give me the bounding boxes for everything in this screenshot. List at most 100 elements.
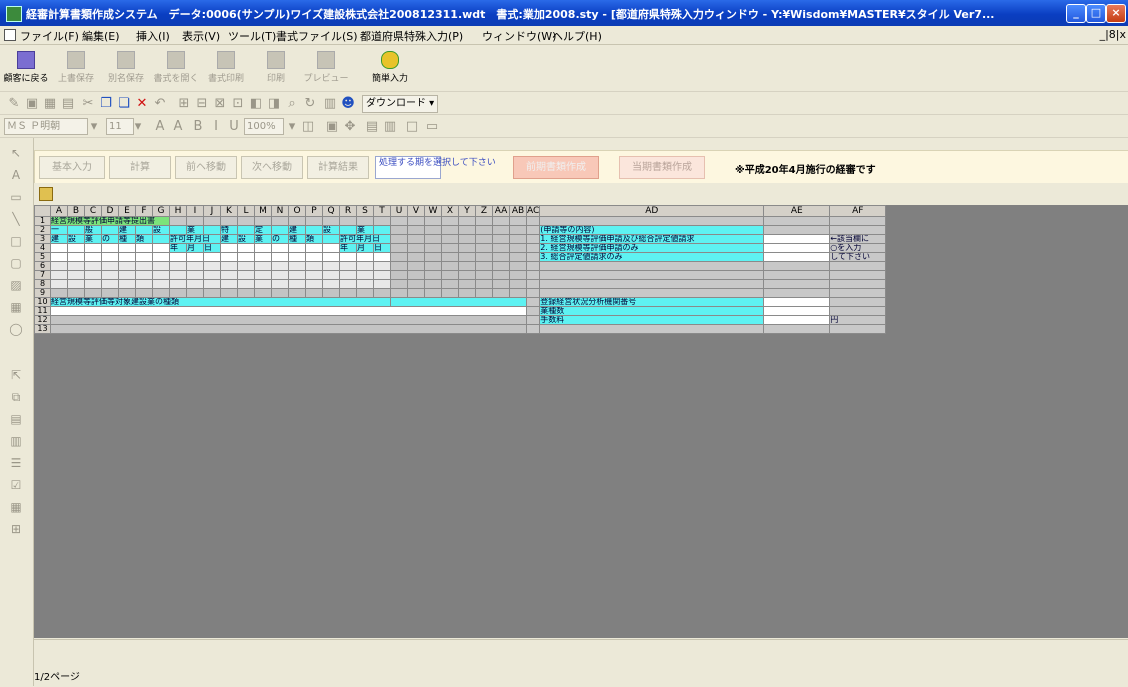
select-tool-icon[interactable]: ↖ xyxy=(9,146,23,160)
calc-result-button[interactable]: 計算結果 xyxy=(307,156,369,179)
copy-tool-icon[interactable]: ⧉ xyxy=(9,390,23,404)
menu-edit[interactable]: 編集(E) xyxy=(82,28,120,44)
cell[interactable]: 類 xyxy=(305,234,323,244)
input-ae-10[interactable] xyxy=(763,297,831,307)
cell[interactable]: 月 xyxy=(186,243,204,253)
menu-file[interactable]: ファイル(F) xyxy=(20,28,79,44)
border-box-icon[interactable]: □ xyxy=(404,119,420,135)
col-header[interactable]: X xyxy=(441,205,459,217)
grid-tool-icon[interactable]: ▦ xyxy=(9,300,23,314)
font-grow-icon[interactable]: A xyxy=(152,119,168,135)
period-select-hint[interactable]: 処理する期を選択して下さい xyxy=(375,156,496,179)
col-header[interactable]: I xyxy=(186,205,204,217)
cut-icon[interactable]: ✂ xyxy=(80,96,96,112)
cell[interactable]: 種 xyxy=(118,234,136,244)
col-header[interactable]: P xyxy=(305,205,323,217)
cell[interactable]: 特 xyxy=(220,225,238,235)
cell[interactable]: 種 xyxy=(288,234,306,244)
check-tool-icon[interactable]: ☑ xyxy=(9,478,23,492)
sheet-folder-icon[interactable] xyxy=(39,187,53,201)
border-icon[interactable]: ◨ xyxy=(266,96,282,112)
move-tool-icon[interactable]: ⇱ xyxy=(9,368,23,382)
cell-ad-4[interactable]: 2. 経営規模等評価申請のみ xyxy=(539,243,765,253)
valign-icon[interactable]: ▥ xyxy=(382,119,398,135)
delete-icon[interactable]: ✕ xyxy=(134,96,150,112)
row-header[interactable]: 8 xyxy=(34,279,51,289)
col-header[interactable]: Z xyxy=(475,205,493,217)
input-ae-4[interactable] xyxy=(763,243,831,253)
minimize-button[interactable]: _ xyxy=(1066,4,1086,23)
fill-color-icon[interactable]: ▭ xyxy=(424,119,440,135)
menu-window[interactable]: ウィンドウ(W) xyxy=(482,28,556,44)
menu-format-file[interactable]: 書式ファイル(S) xyxy=(276,28,358,44)
col-header[interactable]: M xyxy=(254,205,272,217)
cell[interactable]: 建 xyxy=(220,234,238,244)
row-header[interactable]: 4 xyxy=(34,243,51,253)
cell[interactable]: の xyxy=(101,234,119,244)
row-header[interactable]: 1 xyxy=(34,216,51,226)
cell[interactable]: 設 xyxy=(152,225,170,235)
cell-title[interactable]: 経営規模等評価申請等提出書 xyxy=(50,216,170,226)
cell[interactable]: 日 xyxy=(203,243,221,253)
zoom-combo[interactable]: 100% xyxy=(244,118,284,135)
input-ae-5[interactable] xyxy=(763,252,831,262)
col-header[interactable]: J xyxy=(203,205,221,217)
cell[interactable]: 業 xyxy=(356,225,374,235)
cell-ad-2[interactable]: (申請等の内容) xyxy=(539,225,765,235)
prev-period-doc-button[interactable]: 前期書類作成 xyxy=(513,156,599,179)
col-header[interactable]: AE xyxy=(763,205,831,217)
color-icon[interactable]: ◫ xyxy=(300,119,316,135)
cell[interactable]: 設 xyxy=(322,225,340,235)
calc-tool-icon[interactable]: ▥ xyxy=(9,434,23,448)
insert-row-icon[interactable]: ⊞ xyxy=(176,96,192,112)
list-tool-icon[interactable]: ☰ xyxy=(9,456,23,470)
overwrite-save-button[interactable]: 上書保存 xyxy=(52,49,100,87)
wrap-icon[interactable]: ▤ xyxy=(364,119,380,135)
pen-icon[interactable]: ✎ xyxy=(6,96,22,112)
paste-icon[interactable]: ❏ xyxy=(116,96,132,112)
calculate-button[interactable]: 計算 xyxy=(109,156,171,179)
move-prev-button[interactable]: 前ヘ移動 xyxy=(175,156,237,179)
move-next-button[interactable]: 次へ移動 xyxy=(241,156,303,179)
cell[interactable]: 定 xyxy=(254,225,272,235)
table-icon[interactable]: ▤ xyxy=(60,96,76,112)
copy-icon[interactable]: ❐ xyxy=(98,96,114,112)
row-header[interactable]: 2 xyxy=(34,225,51,235)
cell-ad-3[interactable]: 1. 経営規模等評価申請及び総合評定値請求 xyxy=(539,234,765,244)
col-header[interactable]: R xyxy=(339,205,357,217)
cell-ad-12[interactable]: 手数料 xyxy=(539,315,765,325)
col-header[interactable]: V xyxy=(407,205,425,217)
row-header[interactable]: 10 xyxy=(34,297,51,307)
col-header[interactable]: N xyxy=(271,205,289,217)
cell[interactable]: 建 xyxy=(288,225,306,235)
row-header[interactable]: 7 xyxy=(34,270,51,280)
cell[interactable]: 設 xyxy=(237,234,255,244)
underline-icon[interactable]: U xyxy=(226,119,242,135)
row-header[interactable]: 9 xyxy=(34,288,51,298)
font-size-dropdown-icon[interactable]: ▾ xyxy=(130,119,146,135)
col-header[interactable]: B xyxy=(67,205,85,217)
image-tool-icon[interactable]: ▨ xyxy=(9,278,23,292)
zoom-dropdown-icon[interactable]: ▾ xyxy=(284,119,300,135)
save-as-button[interactable]: 別名保存 xyxy=(102,49,150,87)
col-header[interactable]: C xyxy=(84,205,102,217)
download-button[interactable]: ダウンロード ▾ xyxy=(362,95,439,113)
misc-tool-icon[interactable]: ⊞ xyxy=(9,522,23,536)
cell[interactable]: 類 xyxy=(135,234,153,244)
col-header[interactable]: AF xyxy=(829,205,887,217)
current-period-doc-button[interactable]: 当期書類作成 xyxy=(619,156,705,179)
label-tool-icon[interactable]: ▭ xyxy=(9,190,23,204)
menu-prefecture-input[interactable]: 都道府県特殊入力(P) xyxy=(360,28,463,44)
col-header[interactable]: Q xyxy=(322,205,340,217)
new-icon[interactable]: ▣ xyxy=(24,96,40,112)
select-all-corner[interactable] xyxy=(34,205,51,217)
rect-tool-icon[interactable]: □ xyxy=(9,234,23,248)
calc-icon[interactable]: ▥ xyxy=(322,96,338,112)
row-header[interactable]: 11 xyxy=(34,306,51,316)
menu-help[interactable]: ヘルプ(H) xyxy=(552,28,602,44)
input-ae-11[interactable] xyxy=(763,306,831,316)
menu-tools[interactable]: ツール(T) xyxy=(228,28,276,44)
menu-view[interactable]: 表示(V) xyxy=(182,28,220,44)
cell[interactable]: 年 xyxy=(339,243,357,253)
center-icon[interactable]: ✥ xyxy=(342,119,358,135)
